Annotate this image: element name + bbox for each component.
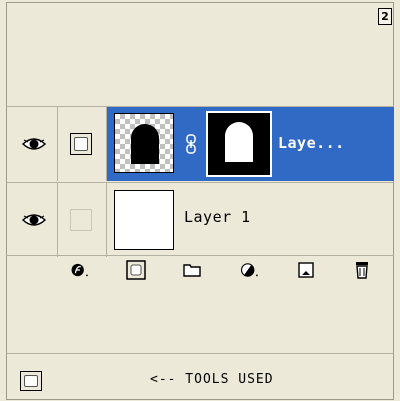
layer-row[interactable]: Layer 1 [6, 182, 394, 257]
visibility-toggle[interactable] [6, 107, 58, 181]
mask-active-icon [70, 133, 92, 155]
mask-state-cell[interactable] [58, 183, 107, 257]
empty-mask-indicator [70, 209, 92, 231]
new-layer-icon[interactable] [296, 260, 316, 280]
add-mask-icon [20, 371, 42, 391]
adjustment-layer-icon[interactable] [240, 260, 260, 280]
layer-thumbnail[interactable] [114, 190, 174, 250]
add-mask-icon[interactable] [126, 260, 146, 280]
new-group-icon[interactable] [182, 260, 202, 280]
eye-icon [22, 214, 46, 226]
trash-icon[interactable] [352, 260, 372, 280]
layer-name[interactable]: Laye... [278, 134, 345, 152]
layer-thumbnail[interactable] [114, 113, 174, 173]
tools-used-caption: <-- TOOLS USED [150, 372, 274, 387]
layers-list: Laye... Layer 1 [6, 106, 394, 257]
visibility-toggle[interactable] [6, 183, 58, 257]
layer-name[interactable]: Layer 1 [184, 208, 251, 226]
status-divider [6, 353, 394, 354]
eye-icon [22, 138, 46, 150]
layer-row-selected[interactable]: Laye... [6, 107, 394, 181]
layers-toolbar [6, 256, 394, 284]
layer-mask-thumbnail[interactable] [206, 111, 272, 177]
layer-style-icon[interactable] [70, 260, 90, 280]
panel-corner-button[interactable]: 2 [378, 8, 392, 25]
chain-link-icon[interactable] [186, 134, 196, 154]
mask-state-cell[interactable] [58, 107, 107, 181]
